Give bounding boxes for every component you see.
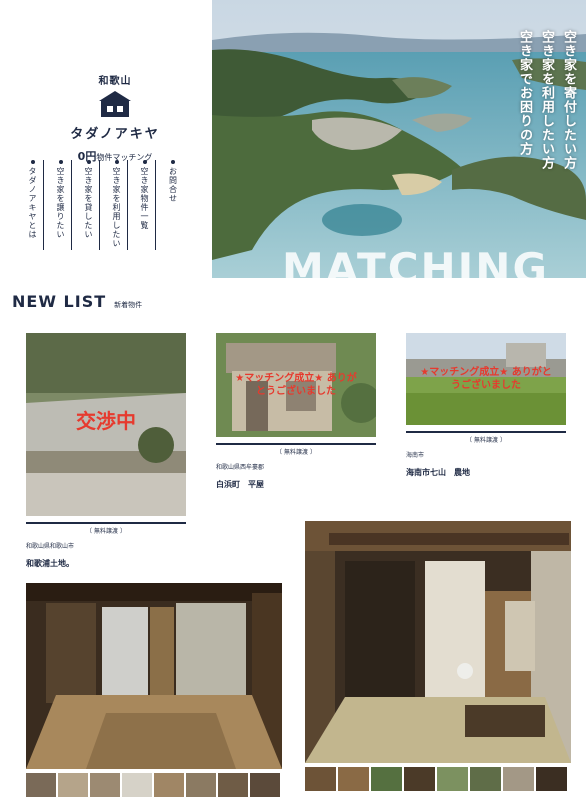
listing-location: 和歌山県西牟婁郡 <box>216 464 265 471</box>
listing-photo[interactable]: 交渉中 <box>26 333 186 516</box>
listing-card[interactable]: 交渉中 〔 無料譲渡 〕 和歌山県和歌山市 和歌浦土地。 <box>26 333 186 569</box>
nav-item-rent[interactable]: 空き家を貸したい <box>78 160 100 250</box>
thumbnail[interactable] <box>503 767 534 791</box>
thumbnail[interactable] <box>218 773 248 797</box>
vertical-nav: タダノアキヤとは 空き家を譲りたい 空き家を貸したい 空き家を利用したい 空き家… <box>22 160 184 250</box>
hero-image: 空き家を寄付したい方 空き家を利用したい方 空き家でお困りの方 MATCHING <box>212 0 586 278</box>
thumbnail[interactable] <box>186 773 216 797</box>
bullet-icon <box>114 160 119 164</box>
nav-item-transfer[interactable]: 空き家を譲りたい <box>50 160 72 250</box>
thumbnail-strip <box>305 767 571 791</box>
listing-title: 和歌浦土地。 <box>26 559 74 568</box>
bullet-icon <box>171 160 175 164</box>
listing-photo[interactable]: ★マッチング成立★ ありがとうございました <box>216 333 376 437</box>
thumbnail[interactable] <box>536 767 567 791</box>
nav-item-contact[interactable]: お問合せ <box>162 160 184 250</box>
thumbnail[interactable] <box>305 767 336 791</box>
gallery-main-photo[interactable] <box>26 583 282 769</box>
listing-type: 〔 無料譲渡 〕 <box>26 522 186 535</box>
photo-gallery <box>305 521 571 791</box>
bullet-icon <box>30 160 35 164</box>
brand-region: 和歌山 <box>98 76 132 87</box>
thumbnail[interactable] <box>122 773 152 797</box>
house-icon <box>99 91 131 117</box>
brand-logo[interactable]: 和歌山 タダノアキヤ 0円物件マッチング <box>60 72 170 164</box>
listing-title: 海南市七山 農地 <box>406 468 470 477</box>
nav-item-listings[interactable]: 空き家物件一覧 <box>134 160 156 250</box>
thumbnail[interactable] <box>470 767 501 791</box>
section-subtitle: 新着物件 <box>114 301 143 309</box>
section-title: NEW LIST <box>12 292 107 311</box>
thumbnail[interactable] <box>58 773 88 797</box>
bullet-icon <box>86 160 91 164</box>
status-stamp: ★マッチング成立★ ありがとうございました <box>235 373 357 397</box>
bullet-icon <box>142 160 147 164</box>
hero-watermark: MATCHING <box>282 244 549 278</box>
thumbnail[interactable] <box>404 767 435 791</box>
hero-line: 空き家でお困りの方 <box>517 30 532 156</box>
photo-gallery <box>26 583 282 797</box>
thumbnail[interactable] <box>90 773 120 797</box>
listing-title: 白浜町 平屋 <box>216 480 264 489</box>
section-heading: NEW LIST 新着物件 <box>12 292 142 311</box>
thumbnail[interactable] <box>437 767 468 791</box>
thumbnail[interactable] <box>26 773 56 797</box>
nav-item-use[interactable]: 空き家を利用したい <box>106 160 128 250</box>
brand-name: タダノアキヤ <box>70 127 160 142</box>
hero-line: 空き家を利用したい方 <box>539 30 554 170</box>
listing-photo[interactable]: ★マッチング成立★ ありがとうございました <box>406 333 566 425</box>
listing-location: 和歌山県和歌山市 <box>26 543 75 550</box>
thumbnail[interactable] <box>250 773 280 797</box>
listing-card[interactable]: ★マッチング成立★ ありがとうございました 〔 無料譲渡 〕 海南市 海南市七山… <box>406 333 566 478</box>
listing-type: 〔 無料譲渡 〕 <box>216 443 376 456</box>
hero-line: 空き家を寄付したい方 <box>561 30 576 170</box>
listing-type: 〔 無料譲渡 〕 <box>406 431 566 444</box>
bullet-icon <box>58 160 63 164</box>
thumbnail[interactable] <box>371 767 402 791</box>
listing-location: 海南市 <box>406 452 425 459</box>
status-stamp: ★マッチング成立★ ありがとうございました <box>420 367 552 391</box>
thumbnail-strip <box>26 773 282 797</box>
status-stamp: 交渉中 <box>76 409 136 433</box>
thumbnail[interactable] <box>338 767 369 791</box>
nav-item-about[interactable]: タダノアキヤとは <box>22 160 44 250</box>
gallery-main-photo[interactable] <box>305 521 571 763</box>
listing-card[interactable]: ★マッチング成立★ ありがとうございました 〔 無料譲渡 〕 和歌山県西牟婁郡 … <box>216 333 376 490</box>
hero-copy: 空き家を寄付したい方 空き家を利用したい方 空き家でお困りの方 <box>515 30 578 170</box>
thumbnail[interactable] <box>154 773 184 797</box>
